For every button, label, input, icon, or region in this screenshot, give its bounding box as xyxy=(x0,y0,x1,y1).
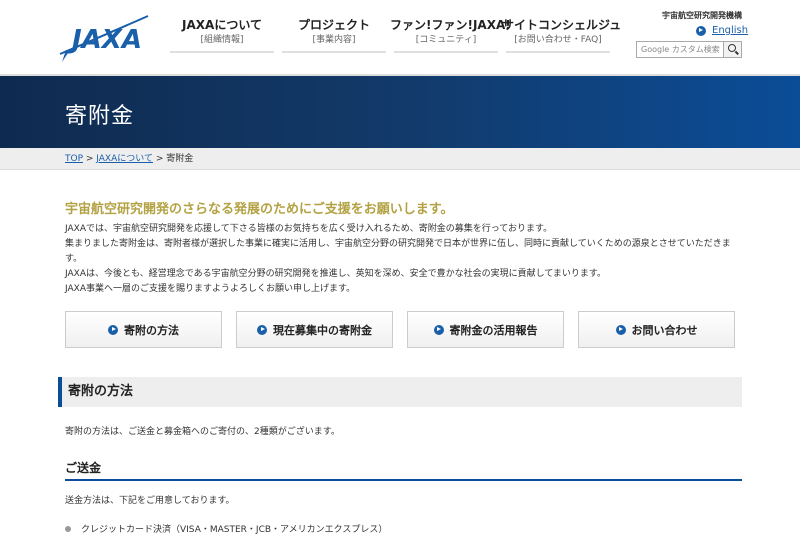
button-label: 現在募集中の寄附金 xyxy=(273,323,372,337)
section-remittance-text: 送金方法は、下記をご用意しております。 xyxy=(65,496,235,506)
anchor-buttons: 寄附の方法 現在募集中の寄附金 寄附金の活用報告 お問い合わせ xyxy=(65,311,749,348)
breadcrumb: TOP > JAXAについて > 寄附金 xyxy=(0,148,800,170)
contact-button[interactable]: お問い合わせ xyxy=(578,311,735,348)
breadcrumb-top[interactable]: TOP xyxy=(65,154,83,164)
section-heading-remittance: ご送金 xyxy=(65,459,742,481)
nav-underline xyxy=(394,51,498,53)
english-link[interactable]: English xyxy=(696,25,748,36)
search-button[interactable] xyxy=(723,42,741,57)
nav-sublabel: [事業内容] xyxy=(312,35,356,45)
site-header: JAXA JAXAについて [組織情報] プロジェクト [事業内容] ファン!フ… xyxy=(0,0,800,74)
usage-report-button[interactable]: 寄附金の活用報告 xyxy=(407,311,564,348)
breadcrumb-current: 寄附金 xyxy=(166,154,194,164)
current-donations-button[interactable]: 現在募集中の寄附金 xyxy=(236,311,393,348)
button-label: 寄附金の活用報告 xyxy=(449,323,538,337)
nav-underline xyxy=(506,51,610,53)
nav-label: プロジェクト xyxy=(297,18,370,32)
nav-sublabel: [組織情報] xyxy=(200,35,244,45)
svg-text:JAXA: JAXA xyxy=(67,25,142,55)
jaxa-logo[interactable]: JAXA xyxy=(58,10,150,68)
intro-text: JAXAでは、宇宙航空研究開発を応援して下さる皆様のお気持ちを広く受け入れるため… xyxy=(65,222,745,297)
arrow-circle-icon xyxy=(615,324,626,335)
section-method-text: 寄附の方法は、ご送金と募金箱へのご寄付の、2種類がございます。 xyxy=(65,427,340,437)
list-item-label: クレジットカード決済（VISA・MASTER・JCB・アメリカンエクスプレス） xyxy=(81,525,388,535)
intro-line: JAXAでは、宇宙航空研究開発を応援して下さる皆様のお気持ちを広く受け入れるため… xyxy=(65,224,553,234)
breadcrumb-separator: > xyxy=(83,154,97,164)
search-box xyxy=(636,41,742,58)
intro-line: JAXA事業へ一層のご支援を賜りますようよろしくお願い申し上げます。 xyxy=(65,284,356,294)
intro-line: JAXAは、今後とも、経営理念である宇宙航空分野の研究開発を推進し、英知を深め、… xyxy=(65,269,606,279)
donation-method-button[interactable]: 寄附の方法 xyxy=(65,311,222,348)
search-icon-handle xyxy=(735,50,739,55)
nav-item-concierge[interactable]: サイトコンシェルジュ [お問い合わせ・FAQ] xyxy=(502,17,622,53)
nav-label: JAXAについて xyxy=(182,18,262,32)
intro-line: 集まりました寄附金は、寄附者様が選択した事業に確実に活用し、宇宙航空分野の研究開… xyxy=(65,239,731,264)
arrow-circle-icon xyxy=(433,324,444,335)
breadcrumb-about[interactable]: JAXAについて xyxy=(96,154,153,164)
bullet-icon xyxy=(65,525,71,532)
nav-label: ファン!ファン!JAXA! xyxy=(390,18,511,32)
arrow-circle-icon xyxy=(696,25,706,36)
nav-item-about[interactable]: JAXAについて [組織情報] xyxy=(166,17,278,53)
nav-label: サイトコンシェルジュ xyxy=(502,18,622,32)
english-link-label: English xyxy=(712,25,749,36)
page-title: 寄附金 xyxy=(65,104,135,129)
button-label: お問い合わせ xyxy=(631,323,698,337)
list-item: クレジットカード決済（VISA・MASTER・JCB・アメリカンエクスプレス） xyxy=(65,522,387,535)
search-input[interactable] xyxy=(637,42,723,57)
nav-underline xyxy=(170,51,274,53)
lead-heading: 宇宙航空研究開発のさらなる発展のためにご支援をお願いします。 xyxy=(65,202,454,217)
arrow-circle-icon xyxy=(257,324,267,335)
nav-sublabel: [コミュニティ] xyxy=(415,35,477,45)
nav-item-project[interactable]: プロジェクト [事業内容] xyxy=(278,17,390,53)
section-heading-method: 寄附の方法 xyxy=(58,377,742,407)
nav-underline xyxy=(282,51,386,53)
button-label: 寄附の方法 xyxy=(124,323,179,337)
breadcrumb-separator: > xyxy=(153,154,167,164)
arrow-circle-icon xyxy=(108,324,118,335)
org-name: 宇宙航空研究開発機構 xyxy=(662,11,742,20)
page-banner: 寄附金 xyxy=(0,74,800,148)
global-nav: JAXAについて [組織情報] プロジェクト [事業内容] ファン!ファン!JA… xyxy=(166,17,622,53)
nav-item-fan[interactable]: ファン!ファン!JAXA! [コミュニティ] xyxy=(390,17,511,53)
nav-sublabel: [お問い合わせ・FAQ] xyxy=(514,35,602,45)
